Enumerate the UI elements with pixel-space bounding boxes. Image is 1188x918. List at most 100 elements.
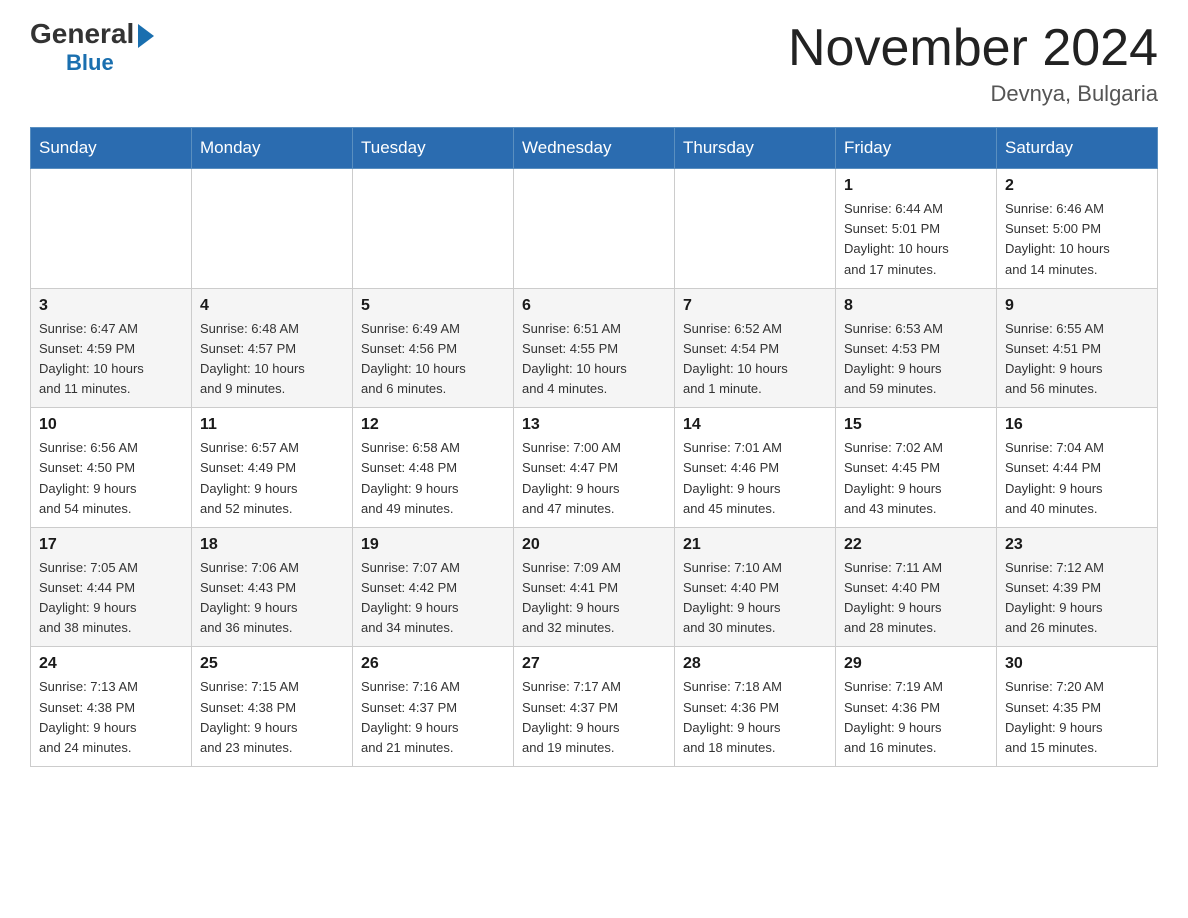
calendar-cell: 30 Sunrise: 7:20 AM Sunset: 4:35 PM Dayli… xyxy=(997,647,1158,767)
day-info: Sunrise: 7:11 AM Sunset: 4:40 PM Dayligh… xyxy=(844,558,988,639)
calendar-cell: 8 Sunrise: 6:53 AM Sunset: 4:53 PM Daylig… xyxy=(836,288,997,408)
day-number: 1 xyxy=(844,177,988,195)
day-number: 30 xyxy=(1005,655,1149,673)
calendar-cell: 6 Sunrise: 6:51 AM Sunset: 4:55 PM Daylig… xyxy=(514,288,675,408)
day-number: 26 xyxy=(361,655,505,673)
calendar-cell: 19Sunrise: 7:07 AM Sunset: 4:42 PM Dayli… xyxy=(353,527,514,647)
calendar-cell xyxy=(353,169,514,289)
day-info: Sunrise: 6:52 AM Sunset: 4:54 PM Dayligh… xyxy=(683,319,827,400)
day-number: 16 xyxy=(1005,416,1149,434)
day-info: Sunrise: 7:19 AM Sunset: 4:36 PM Dayligh… xyxy=(844,677,988,758)
calendar-week-row: 10 Sunrise: 6:56 AM Sunset: 4:50 PM Dayli… xyxy=(31,408,1158,528)
day-number: 12 xyxy=(361,416,505,434)
day-info: Sunrise: 7:18 AM Sunset: 4:36 PM Dayligh… xyxy=(683,677,827,758)
title-section: November 2024 Devnya, Bulgaria xyxy=(788,20,1158,107)
day-info: Sunrise: 7:02 AM Sunset: 4:45 PM Dayligh… xyxy=(844,438,988,519)
calendar-cell: 11 Sunrise: 6:57 AM Sunset: 4:49 PM Dayli… xyxy=(192,408,353,528)
day-info: Sunrise: 7:04 AM Sunset: 4:44 PM Dayligh… xyxy=(1005,438,1149,519)
weekday-header-saturday: Saturday xyxy=(997,128,1158,169)
day-number: 29 xyxy=(844,655,988,673)
calendar-cell: 25Sunrise: 7:15 AM Sunset: 4:38 PM Dayli… xyxy=(192,647,353,767)
calendar-cell: 23Sunrise: 7:12 AM Sunset: 4:39 PM Dayli… xyxy=(997,527,1158,647)
calendar-cell: 20 Sunrise: 7:09 AM Sunset: 4:41 PM Dayli… xyxy=(514,527,675,647)
day-info: Sunrise: 7:13 AM Sunset: 4:38 PM Dayligh… xyxy=(39,677,183,758)
calendar-cell: 28 Sunrise: 7:18 AM Sunset: 4:36 PM Dayli… xyxy=(675,647,836,767)
day-info: Sunrise: 6:47 AM Sunset: 4:59 PM Dayligh… xyxy=(39,319,183,400)
calendar-cell: 27 Sunrise: 7:17 AM Sunset: 4:37 PM Dayli… xyxy=(514,647,675,767)
day-number: 25 xyxy=(200,655,344,673)
calendar-cell: 10 Sunrise: 6:56 AM Sunset: 4:50 PM Dayli… xyxy=(31,408,192,528)
day-number: 5 xyxy=(361,297,505,315)
day-info: Sunrise: 6:46 AM Sunset: 5:00 PM Dayligh… xyxy=(1005,199,1149,280)
day-info: Sunrise: 7:17 AM Sunset: 4:37 PM Dayligh… xyxy=(522,677,666,758)
day-info: Sunrise: 6:49 AM Sunset: 4:56 PM Dayligh… xyxy=(361,319,505,400)
calendar-cell: 26Sunrise: 7:16 AM Sunset: 4:37 PM Dayli… xyxy=(353,647,514,767)
calendar-cell xyxy=(192,169,353,289)
day-info: Sunrise: 7:07 AM Sunset: 4:42 PM Dayligh… xyxy=(361,558,505,639)
calendar-week-row: 1 Sunrise: 6:44 AM Sunset: 5:01 PM Daylig… xyxy=(31,169,1158,289)
day-info: Sunrise: 7:05 AM Sunset: 4:44 PM Dayligh… xyxy=(39,558,183,639)
calendar-cell: 15 Sunrise: 7:02 AM Sunset: 4:45 PM Dayli… xyxy=(836,408,997,528)
calendar-cell: 1 Sunrise: 6:44 AM Sunset: 5:01 PM Daylig… xyxy=(836,169,997,289)
day-number: 7 xyxy=(683,297,827,315)
calendar-cell: 2Sunrise: 6:46 AM Sunset: 5:00 PM Daylig… xyxy=(997,169,1158,289)
day-info: Sunrise: 7:00 AM Sunset: 4:47 PM Dayligh… xyxy=(522,438,666,519)
calendar-cell: 4 Sunrise: 6:48 AM Sunset: 4:57 PM Daylig… xyxy=(192,288,353,408)
day-number: 24 xyxy=(39,655,183,673)
day-number: 27 xyxy=(522,655,666,673)
calendar-cell: 3 Sunrise: 6:47 AM Sunset: 4:59 PM Daylig… xyxy=(31,288,192,408)
calendar-week-row: 3 Sunrise: 6:47 AM Sunset: 4:59 PM Daylig… xyxy=(31,288,1158,408)
day-info: Sunrise: 6:53 AM Sunset: 4:53 PM Dayligh… xyxy=(844,319,988,400)
day-number: 18 xyxy=(200,536,344,554)
day-number: 11 xyxy=(200,416,344,434)
day-number: 21 xyxy=(683,536,827,554)
day-info: Sunrise: 6:55 AM Sunset: 4:51 PM Dayligh… xyxy=(1005,319,1149,400)
day-info: Sunrise: 7:10 AM Sunset: 4:40 PM Dayligh… xyxy=(683,558,827,639)
logo: General Blue xyxy=(30,20,154,76)
day-number: 13 xyxy=(522,416,666,434)
calendar-cell xyxy=(514,169,675,289)
day-number: 10 xyxy=(39,416,183,434)
day-number: 6 xyxy=(522,297,666,315)
day-number: 8 xyxy=(844,297,988,315)
day-info: Sunrise: 7:20 AM Sunset: 4:35 PM Dayligh… xyxy=(1005,677,1149,758)
calendar-cell: 14Sunrise: 7:01 AM Sunset: 4:46 PM Dayli… xyxy=(675,408,836,528)
day-number: 15 xyxy=(844,416,988,434)
day-info: Sunrise: 6:57 AM Sunset: 4:49 PM Dayligh… xyxy=(200,438,344,519)
calendar-cell: 13 Sunrise: 7:00 AM Sunset: 4:47 PM Dayli… xyxy=(514,408,675,528)
day-number: 28 xyxy=(683,655,827,673)
calendar-cell xyxy=(31,169,192,289)
calendar-cell: 5 Sunrise: 6:49 AM Sunset: 4:56 PM Daylig… xyxy=(353,288,514,408)
day-info: Sunrise: 6:48 AM Sunset: 4:57 PM Dayligh… xyxy=(200,319,344,400)
calendar-cell: 12 Sunrise: 6:58 AM Sunset: 4:48 PM Dayli… xyxy=(353,408,514,528)
day-number: 22 xyxy=(844,536,988,554)
calendar-cell: 16 Sunrise: 7:04 AM Sunset: 4:44 PM Dayli… xyxy=(997,408,1158,528)
day-info: Sunrise: 6:56 AM Sunset: 4:50 PM Dayligh… xyxy=(39,438,183,519)
logo-blue-text: Blue xyxy=(66,50,114,76)
weekday-header-monday: Monday xyxy=(192,128,353,169)
day-info: Sunrise: 7:12 AM Sunset: 4:39 PM Dayligh… xyxy=(1005,558,1149,639)
calendar-cell: 18Sunrise: 7:06 AM Sunset: 4:43 PM Dayli… xyxy=(192,527,353,647)
day-info: Sunrise: 7:09 AM Sunset: 4:41 PM Dayligh… xyxy=(522,558,666,639)
calendar-cell: 9 Sunrise: 6:55 AM Sunset: 4:51 PM Daylig… xyxy=(997,288,1158,408)
day-number: 9 xyxy=(1005,297,1149,315)
day-number: 3 xyxy=(39,297,183,315)
calendar-cell: 22 Sunrise: 7:11 AM Sunset: 4:40 PM Dayli… xyxy=(836,527,997,647)
day-number: 4 xyxy=(200,297,344,315)
day-info: Sunrise: 6:58 AM Sunset: 4:48 PM Dayligh… xyxy=(361,438,505,519)
weekday-header-sunday: Sunday xyxy=(31,128,192,169)
calendar-week-row: 24 Sunrise: 7:13 AM Sunset: 4:38 PM Dayli… xyxy=(31,647,1158,767)
calendar-cell xyxy=(675,169,836,289)
weekday-header-wednesday: Wednesday xyxy=(514,128,675,169)
calendar-week-row: 17Sunrise: 7:05 AM Sunset: 4:44 PM Dayli… xyxy=(31,527,1158,647)
day-info: Sunrise: 6:44 AM Sunset: 5:01 PM Dayligh… xyxy=(844,199,988,280)
weekday-header-tuesday: Tuesday xyxy=(353,128,514,169)
weekday-header-friday: Friday xyxy=(836,128,997,169)
calendar-cell: 29 Sunrise: 7:19 AM Sunset: 4:36 PM Dayli… xyxy=(836,647,997,767)
weekday-header-thursday: Thursday xyxy=(675,128,836,169)
day-number: 20 xyxy=(522,536,666,554)
calendar-cell: 21 Sunrise: 7:10 AM Sunset: 4:40 PM Dayli… xyxy=(675,527,836,647)
page-header: General Blue November 2024 Devnya, Bulga… xyxy=(30,20,1158,107)
calendar-cell: 17Sunrise: 7:05 AM Sunset: 4:44 PM Dayli… xyxy=(31,527,192,647)
day-info: Sunrise: 6:51 AM Sunset: 4:55 PM Dayligh… xyxy=(522,319,666,400)
